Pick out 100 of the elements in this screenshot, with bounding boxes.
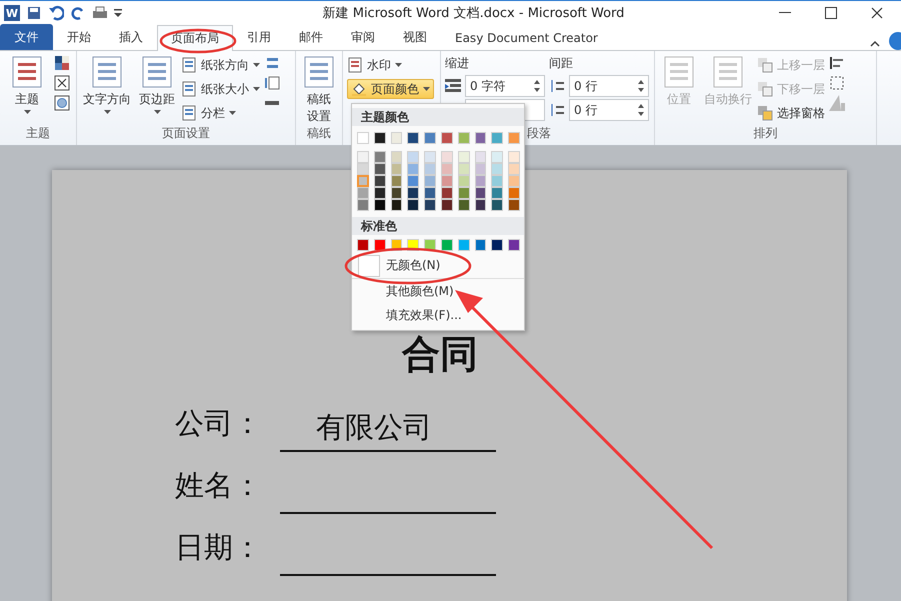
color-swatch[interactable]	[440, 151, 453, 163]
color-swatch[interactable]	[474, 239, 486, 251]
color-swatch[interactable]	[474, 132, 486, 144]
color-swatch[interactable]	[390, 175, 402, 187]
color-swatch[interactable]	[407, 187, 420, 199]
color-swatch[interactable]	[424, 187, 436, 199]
draft-settings-button[interactable]: 稿纸 设置	[300, 55, 338, 125]
color-swatch[interactable]	[390, 132, 402, 144]
ribbon-button[interactable]: 纸张大小	[181, 79, 260, 99]
color-swatch[interactable]	[407, 132, 420, 144]
color-swatch[interactable]	[458, 199, 470, 211]
spinner-arrows-icon[interactable]	[534, 80, 540, 92]
color-swatch[interactable]	[474, 151, 486, 163]
color-swatch[interactable]	[440, 163, 453, 175]
indent-left-field[interactable]: 0 字符	[465, 75, 545, 97]
field-label: 公司：	[175, 407, 262, 442]
ribbon-tab[interactable]: 邮件	[285, 24, 337, 50]
ribbon-button[interactable]: 选择窗格	[757, 103, 825, 123]
color-swatch[interactable]	[440, 132, 453, 144]
color-swatch[interactable]	[424, 132, 436, 144]
color-swatch[interactable]	[374, 151, 386, 163]
color-swatch[interactable]	[458, 187, 470, 199]
ribbon-tab[interactable]: Easy Document Creator	[441, 24, 612, 50]
color-swatch[interactable]	[390, 151, 402, 163]
ribbon-button[interactable]: 分栏	[181, 103, 260, 123]
ribbon-tab[interactable]: 插入	[105, 24, 157, 50]
color-swatch[interactable]	[491, 163, 504, 175]
color-swatch[interactable]	[407, 163, 420, 175]
spacing-after-field[interactable]: 0 行	[569, 99, 649, 121]
themes-button[interactable]: 主题	[4, 55, 50, 125]
menu-item[interactable]: 无颜色(N)	[386, 257, 440, 274]
color-swatch[interactable]	[491, 151, 504, 163]
color-swatch[interactable]	[458, 151, 470, 163]
color-swatch[interactable]	[508, 175, 520, 187]
color-swatch[interactable]	[441, 175, 453, 187]
color-swatch[interactable]	[508, 151, 520, 163]
color-swatch[interactable]	[491, 199, 504, 211]
color-swatch[interactable]	[357, 187, 369, 199]
menu-heading: 主题颜色	[352, 108, 524, 126]
color-swatch[interactable]	[474, 163, 486, 175]
color-swatch[interactable]	[357, 163, 369, 175]
color-swatch[interactable]	[458, 163, 470, 175]
color-swatch[interactable]	[374, 239, 386, 251]
color-swatch[interactable]	[474, 187, 486, 199]
color-swatch[interactable]	[357, 239, 369, 251]
ribbon-button[interactable]: 页边距	[137, 55, 177, 125]
color-swatch[interactable]	[458, 175, 470, 187]
color-swatch[interactable]	[508, 199, 520, 211]
color-swatch[interactable]	[390, 163, 402, 175]
ribbon-button[interactable]: 纸张方向	[181, 55, 260, 75]
color-swatch[interactable]	[374, 163, 386, 175]
color-swatch[interactable]	[508, 163, 520, 175]
help-icon[interactable]	[887, 32, 901, 50]
spinner-arrows-icon[interactable]	[638, 104, 644, 116]
ribbon-button[interactable]: 文字方向	[81, 55, 133, 125]
color-swatch[interactable]	[440, 239, 453, 251]
color-swatch[interactable]	[357, 175, 369, 187]
ribbon-tab[interactable]: 审阅	[337, 24, 389, 50]
spacing-before-field[interactable]: 0 行	[569, 75, 649, 97]
color-swatch[interactable]	[424, 163, 436, 175]
color-swatch[interactable]	[458, 239, 470, 251]
ribbon-tab[interactable]: 开始	[53, 24, 105, 50]
color-swatch[interactable]	[407, 199, 420, 211]
color-swatch[interactable]	[407, 175, 420, 187]
color-swatch[interactable]	[491, 132, 504, 144]
color-swatch[interactable]	[440, 199, 453, 211]
color-swatch[interactable]	[374, 199, 386, 211]
ribbon-tab[interactable]: 引用	[233, 24, 285, 50]
color-swatch[interactable]	[440, 187, 453, 199]
color-swatch[interactable]	[491, 239, 504, 251]
color-swatch[interactable]	[508, 187, 520, 199]
color-swatch[interactable]	[357, 151, 369, 163]
color-swatch[interactable]	[424, 175, 436, 187]
color-swatch[interactable]	[407, 151, 420, 163]
ribbon-tab[interactable]: 视图	[389, 24, 441, 50]
menu-item[interactable]: 其他颜色(M)	[386, 282, 454, 300]
color-swatch[interactable]	[357, 132, 369, 144]
window-title: 新建 Microsoft Word 文档.docx - Microsoft Word	[322, 5, 626, 22]
color-swatch[interactable]	[424, 199, 436, 211]
color-swatch[interactable]	[357, 199, 369, 211]
spinner-arrows-icon[interactable]	[638, 80, 644, 92]
page-color-button[interactable]: 页面颜色	[347, 79, 434, 99]
color-swatch[interactable]	[491, 175, 504, 187]
color-swatch[interactable]	[424, 151, 436, 163]
color-swatch[interactable]	[474, 175, 486, 187]
color-swatch[interactable]	[390, 187, 402, 199]
color-swatch[interactable]	[458, 132, 470, 144]
color-swatch[interactable]	[374, 132, 386, 144]
theme-effects-icon	[54, 95, 70, 111]
word-app-icon[interactable]: W	[4, 5, 20, 21]
color-swatch[interactable]	[374, 187, 386, 199]
color-swatch[interactable]	[508, 239, 520, 251]
file-tab[interactable]: 文件	[0, 24, 53, 50]
watermark-button[interactable]: 水印	[347, 55, 434, 75]
menu-item[interactable]: 填充效果(F)...	[386, 307, 462, 324]
color-swatch[interactable]	[491, 187, 504, 199]
color-swatch[interactable]	[374, 175, 386, 187]
color-swatch[interactable]	[474, 199, 486, 211]
color-swatch[interactable]	[390, 199, 402, 211]
color-swatch[interactable]	[508, 132, 520, 144]
